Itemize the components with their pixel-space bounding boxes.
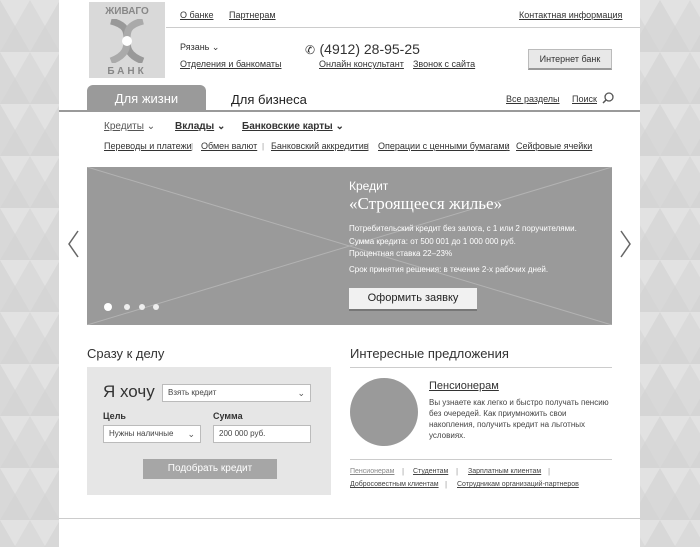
online-consultant-link[interactable]: Онлайн консультант — [319, 59, 404, 69]
internet-bank-button[interactable]: Интернет банк — [528, 49, 612, 70]
offer-link-pensioners[interactable]: Пенсионерам — [350, 468, 394, 475]
banner-line-1: Потребительский кредит без залога, с 1 и… — [349, 224, 577, 233]
phone-block: ✆ (4912) 28-95-25 — [305, 41, 420, 59]
offer-image[interactable] — [350, 378, 418, 446]
goal-select-value: Нужны наличные — [109, 429, 174, 438]
phone-number: (4912) 28-95-25 — [319, 41, 420, 57]
separator: | — [367, 142, 370, 151]
menu-credits-label: Кредиты — [104, 121, 144, 132]
menu-exchange[interactable]: Обмен валют — [201, 141, 257, 151]
want-select-value: Взять кредит — [168, 388, 217, 397]
separator: | — [402, 467, 405, 476]
separator: | — [191, 142, 194, 151]
nav-contacts[interactable]: Контактная информация — [519, 10, 622, 20]
nav-partners[interactable]: Партнерам — [229, 10, 276, 20]
logo-bottom-text: БАНК — [107, 66, 147, 77]
logo-emblem-icon — [109, 19, 145, 63]
logo-top-text: ЖИВАГО — [105, 6, 149, 17]
pick-credit-button[interactable]: Подобрать кредит — [143, 459, 277, 479]
search-link[interactable]: Поиск — [572, 94, 597, 104]
amount-label: Сумма — [213, 411, 243, 421]
offers-section-title: Интересные предложения — [350, 346, 509, 361]
offer-text: Вы узнаете как легко и быстро получать п… — [429, 398, 609, 440]
menu-letters-of-credit[interactable]: Банковский аккредитив — [271, 141, 369, 151]
all-sections-link[interactable]: Все разделы — [506, 94, 560, 104]
chevron-down-icon: ⌄ — [216, 121, 226, 132]
chevron-down-icon: ⌄ — [146, 121, 156, 132]
apply-button[interactable]: Оформить заявку — [349, 288, 477, 311]
menu-transfers[interactable]: Переводы и платежи — [104, 141, 192, 151]
banner-line-4: Срок принятия решения: в течение 2-х раб… — [349, 265, 549, 274]
nav-about[interactable]: О банке — [180, 10, 213, 20]
city-selector[interactable]: Рязань ⌄ — [180, 42, 219, 53]
banner-line-3: Процентная ставка 22–23% — [349, 249, 453, 258]
page-container: ЖИВАГО БАНК О банке Партнерам Контактная… — [59, 0, 640, 547]
banner-prev-arrow[interactable] — [67, 230, 79, 264]
menu-deposits[interactable]: Вклады ⌄ — [175, 121, 225, 132]
menu-deposits-label: Вклады — [175, 121, 215, 132]
bank-logo[interactable]: ЖИВАГО БАНК — [89, 2, 165, 78]
banner-next-arrow[interactable] — [620, 230, 632, 264]
city-label: Рязань — [180, 42, 210, 52]
branches-link[interactable]: Отделения и банкоматы — [180, 59, 282, 69]
carousel-dot[interactable] — [124, 304, 130, 310]
tab-business[interactable]: Для бизнеса — [231, 92, 307, 107]
offers-links-divider — [350, 459, 612, 460]
chevron-down-icon: ⌄ — [335, 121, 344, 132]
offer-link-honest[interactable]: Добросовестным клиентам — [350, 481, 439, 488]
header-divider — [166, 27, 640, 28]
search-icon[interactable] — [602, 92, 614, 104]
chevron-down-icon: ⌄ — [297, 388, 305, 398]
goal-select[interactable]: Нужны наличные ⌄ — [103, 425, 201, 443]
chevron-right-icon — [620, 230, 631, 258]
carousel-dot-active[interactable] — [104, 303, 112, 311]
offer-link-partners-staff[interactable]: Сотрудникам организаций-партнеров — [457, 481, 579, 488]
quick-panel: Я хочу Взять кредит ⌄ Цель Сумма Нужны н… — [87, 367, 331, 495]
quick-section-title: Сразу к делу — [87, 346, 165, 361]
menu-securities[interactable]: Операции с ценными бумагами — [378, 141, 510, 151]
tab-underline — [59, 110, 640, 112]
menu-cards-label: Банковские карты — [242, 121, 333, 132]
amount-input-value: 200 000 руб. — [219, 429, 266, 438]
banner-kicker: Кредит — [349, 179, 389, 193]
menu-cards[interactable]: Банковские карты ⌄ — [242, 121, 344, 132]
separator: | — [445, 480, 448, 489]
chevron-down-icon: ⌄ — [211, 42, 220, 52]
callback-link[interactable]: Звонок с сайта — [413, 59, 475, 69]
amount-input[interactable]: 200 000 руб. — [213, 425, 311, 443]
i-want-label: Я хочу — [103, 382, 155, 401]
phone-icon: ✆ — [305, 43, 316, 57]
chevron-left-icon — [68, 230, 79, 258]
chevron-down-icon: ⌄ — [187, 429, 195, 439]
carousel-dot[interactable] — [139, 304, 145, 310]
offer-title[interactable]: Пенсионерам — [429, 380, 499, 392]
menu-credits[interactable]: Кредиты ⌄ — [104, 121, 155, 132]
banner-title[interactable]: «Строящееся жилье» — [349, 194, 502, 214]
banner-line-2: Сумма кредита: от 500 001 до 1 000 000 р… — [349, 237, 516, 246]
offers-divider — [350, 367, 612, 368]
promo-banner: Кредит «Строящееся жилье» Потребительски… — [87, 167, 612, 325]
tab-personal[interactable]: Для жизни — [87, 85, 206, 110]
separator: | — [262, 142, 265, 151]
separator: | — [506, 142, 509, 151]
separator: | — [456, 467, 459, 476]
menu-safes[interactable]: Сейфовые ячейки — [516, 141, 592, 151]
offer-link-students[interactable]: Студентам — [413, 468, 448, 475]
carousel-dot[interactable] — [153, 304, 159, 310]
separator: | — [548, 467, 551, 476]
want-select[interactable]: Взять кредит ⌄ — [162, 384, 311, 402]
offer-link-salary[interactable]: Зарплатным клиентам — [468, 468, 541, 475]
footer-divider — [59, 518, 640, 519]
goal-label: Цель — [103, 411, 126, 421]
